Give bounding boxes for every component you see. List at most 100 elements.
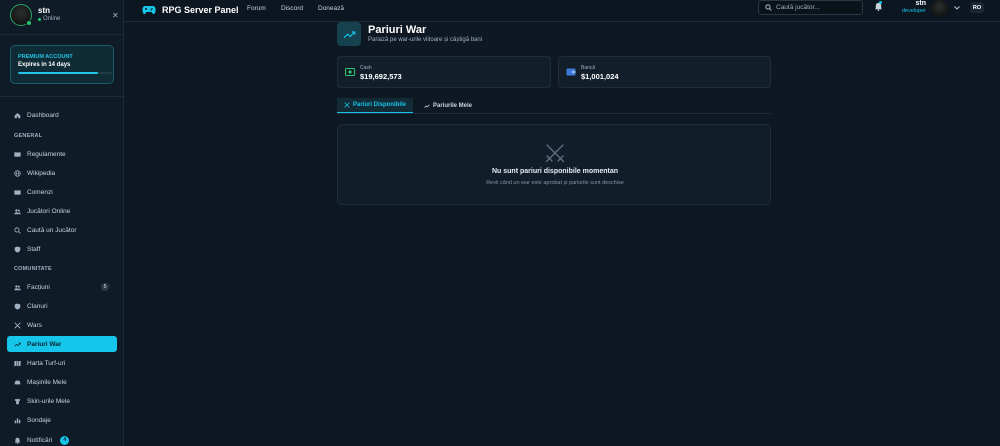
bar-chart-icon: [14, 417, 21, 423]
nav-link-donate[interactable]: Donează: [318, 5, 344, 12]
empty-state-subtitle: Revii când un war este aprobat și pariur…: [486, 180, 624, 186]
sidebar-item-my-skins[interactable]: Skin-urile Mele: [7, 393, 117, 409]
nav-link-forum[interactable]: Forum: [247, 5, 266, 12]
notification-dot: [879, 1, 882, 4]
map-icon: [14, 360, 21, 366]
premium-expiry: Expires in 14 days: [18, 62, 71, 68]
sidebar-item-label: Pariuri War: [27, 340, 62, 348]
book-icon: [14, 189, 21, 195]
sidebar-item-rules[interactable]: Regulamente: [7, 146, 117, 162]
sidebar-item-label: Clanuri: [27, 302, 48, 310]
sidebar-item-label: Mașinile Mele: [27, 378, 67, 386]
sidebar-item-label: Sondaje: [27, 416, 51, 424]
sidebar-username: stn: [38, 6, 50, 15]
topbar-user[interactable]: stn developer: [900, 0, 926, 14]
topbar-username: stn: [915, 0, 927, 7]
money-icon: [345, 68, 355, 76]
sidebar-item-commands[interactable]: Comenzi: [7, 184, 117, 200]
top-bar: RPG Server Panel Forum Discord Donează s…: [124, 0, 1000, 22]
crossed-swords-icon: [14, 321, 21, 329]
sidebar-item-polls[interactable]: Sondaje: [7, 412, 117, 428]
group-icon: [14, 284, 21, 290]
language-selector[interactable]: RO: [970, 2, 984, 13]
sidebar-item-notifications[interactable]: Notificări 4: [7, 432, 117, 446]
chevron-down-icon: [954, 6, 960, 10]
sidebar-item-wikipedia[interactable]: Wikipedia: [7, 165, 117, 181]
sidebar-item-turf-map[interactable]: Harta Turf-uri: [7, 355, 117, 371]
nav-link-discord[interactable]: Discord: [281, 5, 303, 12]
sidebar-item-label: Facțiuni: [27, 283, 50, 291]
sidebar-item-label: Caută un Jucător: [27, 226, 77, 234]
close-sidebar-button[interactable]: ✕: [112, 12, 119, 20]
user-menu-toggle[interactable]: [954, 5, 960, 12]
sidebar-item-label: Comenzi: [27, 188, 53, 196]
shield-icon: [14, 302, 21, 310]
trending-up-icon: [424, 104, 430, 108]
premium-title: PREMIUM ACCOUNT: [18, 54, 73, 60]
notifications-button[interactable]: [874, 1, 883, 13]
cash-card: Cash $19,692,573: [337, 56, 551, 88]
premium-progress: [18, 72, 112, 74]
trending-up-icon: [343, 30, 355, 38]
sidebar-item-label: Staff: [27, 245, 41, 253]
crossed-swords-icon: [545, 144, 565, 163]
tab-available-bets[interactable]: Pariuri Disponibile: [337, 98, 413, 113]
online-indicator: [26, 20, 32, 26]
search-box: [758, 0, 863, 15]
sidebar-item-factions[interactable]: Facțiuni 5: [7, 279, 117, 295]
book-open-icon: [14, 151, 21, 157]
empty-state: Nu sunt pariuri disponibile momentan Rev…: [337, 124, 771, 205]
sidebar-item-staff[interactable]: Staff: [7, 241, 117, 257]
sidebar-item-label: Jucători Online: [27, 207, 71, 215]
sidebar-item-label: Skin-urile Mele: [27, 397, 70, 405]
sidebar-item-label: Dashboard: [27, 111, 59, 119]
sidebar-item-wars[interactable]: Wars: [7, 317, 117, 333]
search-input[interactable]: [776, 4, 861, 11]
users-icon: [14, 208, 21, 214]
bell-icon: [14, 437, 21, 444]
shield-icon: [14, 245, 21, 253]
car-icon: [14, 380, 21, 385]
sidebar-item-label: Harta Turf-uri: [27, 359, 66, 367]
sidebar-item-label: Wikipedia: [27, 169, 56, 177]
tab-my-bets[interactable]: Pariurile Mele: [417, 98, 479, 113]
app-title: RPG Server Panel: [162, 5, 239, 15]
divider: [0, 96, 123, 97]
globe-icon: [14, 169, 21, 177]
premium-card: PREMIUM ACCOUNT Expires in 14 days: [10, 45, 114, 84]
notifications-count-badge: 4: [60, 435, 70, 445]
status-text: Online: [43, 16, 61, 22]
search-icon: [14, 226, 21, 234]
trending-up-icon: [14, 342, 21, 347]
factions-count-badge: 5: [101, 283, 109, 291]
tab-label: Pariuri Disponibile: [353, 102, 407, 108]
app-logo[interactable]: RPG Server Panel: [142, 5, 239, 15]
cash-label: Cash: [360, 65, 372, 71]
sidebar-item-clans[interactable]: Clanuri: [7, 298, 117, 314]
wallet-icon: [566, 68, 576, 76]
empty-state-title: Nu sunt pariuri disponibile momentan: [491, 168, 618, 175]
status-dot: [38, 17, 41, 21]
sidebar-item-label: Wars: [27, 321, 42, 329]
sidebar-item-dashboard[interactable]: Dashboard: [7, 107, 117, 123]
home-icon: [14, 112, 21, 118]
sidebar-user-status: Online: [38, 16, 60, 22]
cash-value: $19,692,573: [360, 72, 402, 81]
sidebar-item-war-bets[interactable]: Pariuri War: [7, 336, 117, 352]
section-title-general: GENERAL: [14, 133, 43, 139]
sidebar-item-online-players[interactable]: Jucători Online: [7, 203, 117, 219]
page-title: Pariuri War: [368, 24, 427, 36]
page-subtitle: Pariază pe war-urile viitoare și câștigă…: [368, 37, 483, 43]
divider: [0, 34, 123, 35]
page-icon: [337, 22, 361, 46]
sidebar-item-search-player[interactable]: Caută un Jucător: [7, 222, 117, 238]
sidebar-item-my-cars[interactable]: Mașinile Mele: [7, 374, 117, 390]
tab-label: Pariurile Mele: [433, 102, 473, 109]
avatar[interactable]: [931, 0, 948, 17]
premium-progress-fill: [18, 72, 98, 74]
bank-label: Bancă: [581, 65, 596, 71]
shirt-icon: [14, 398, 21, 404]
gamepad-icon: [142, 6, 156, 15]
sidebar-user: stn Online ✕: [10, 4, 119, 26]
topbar-user-role: developer: [901, 8, 926, 14]
